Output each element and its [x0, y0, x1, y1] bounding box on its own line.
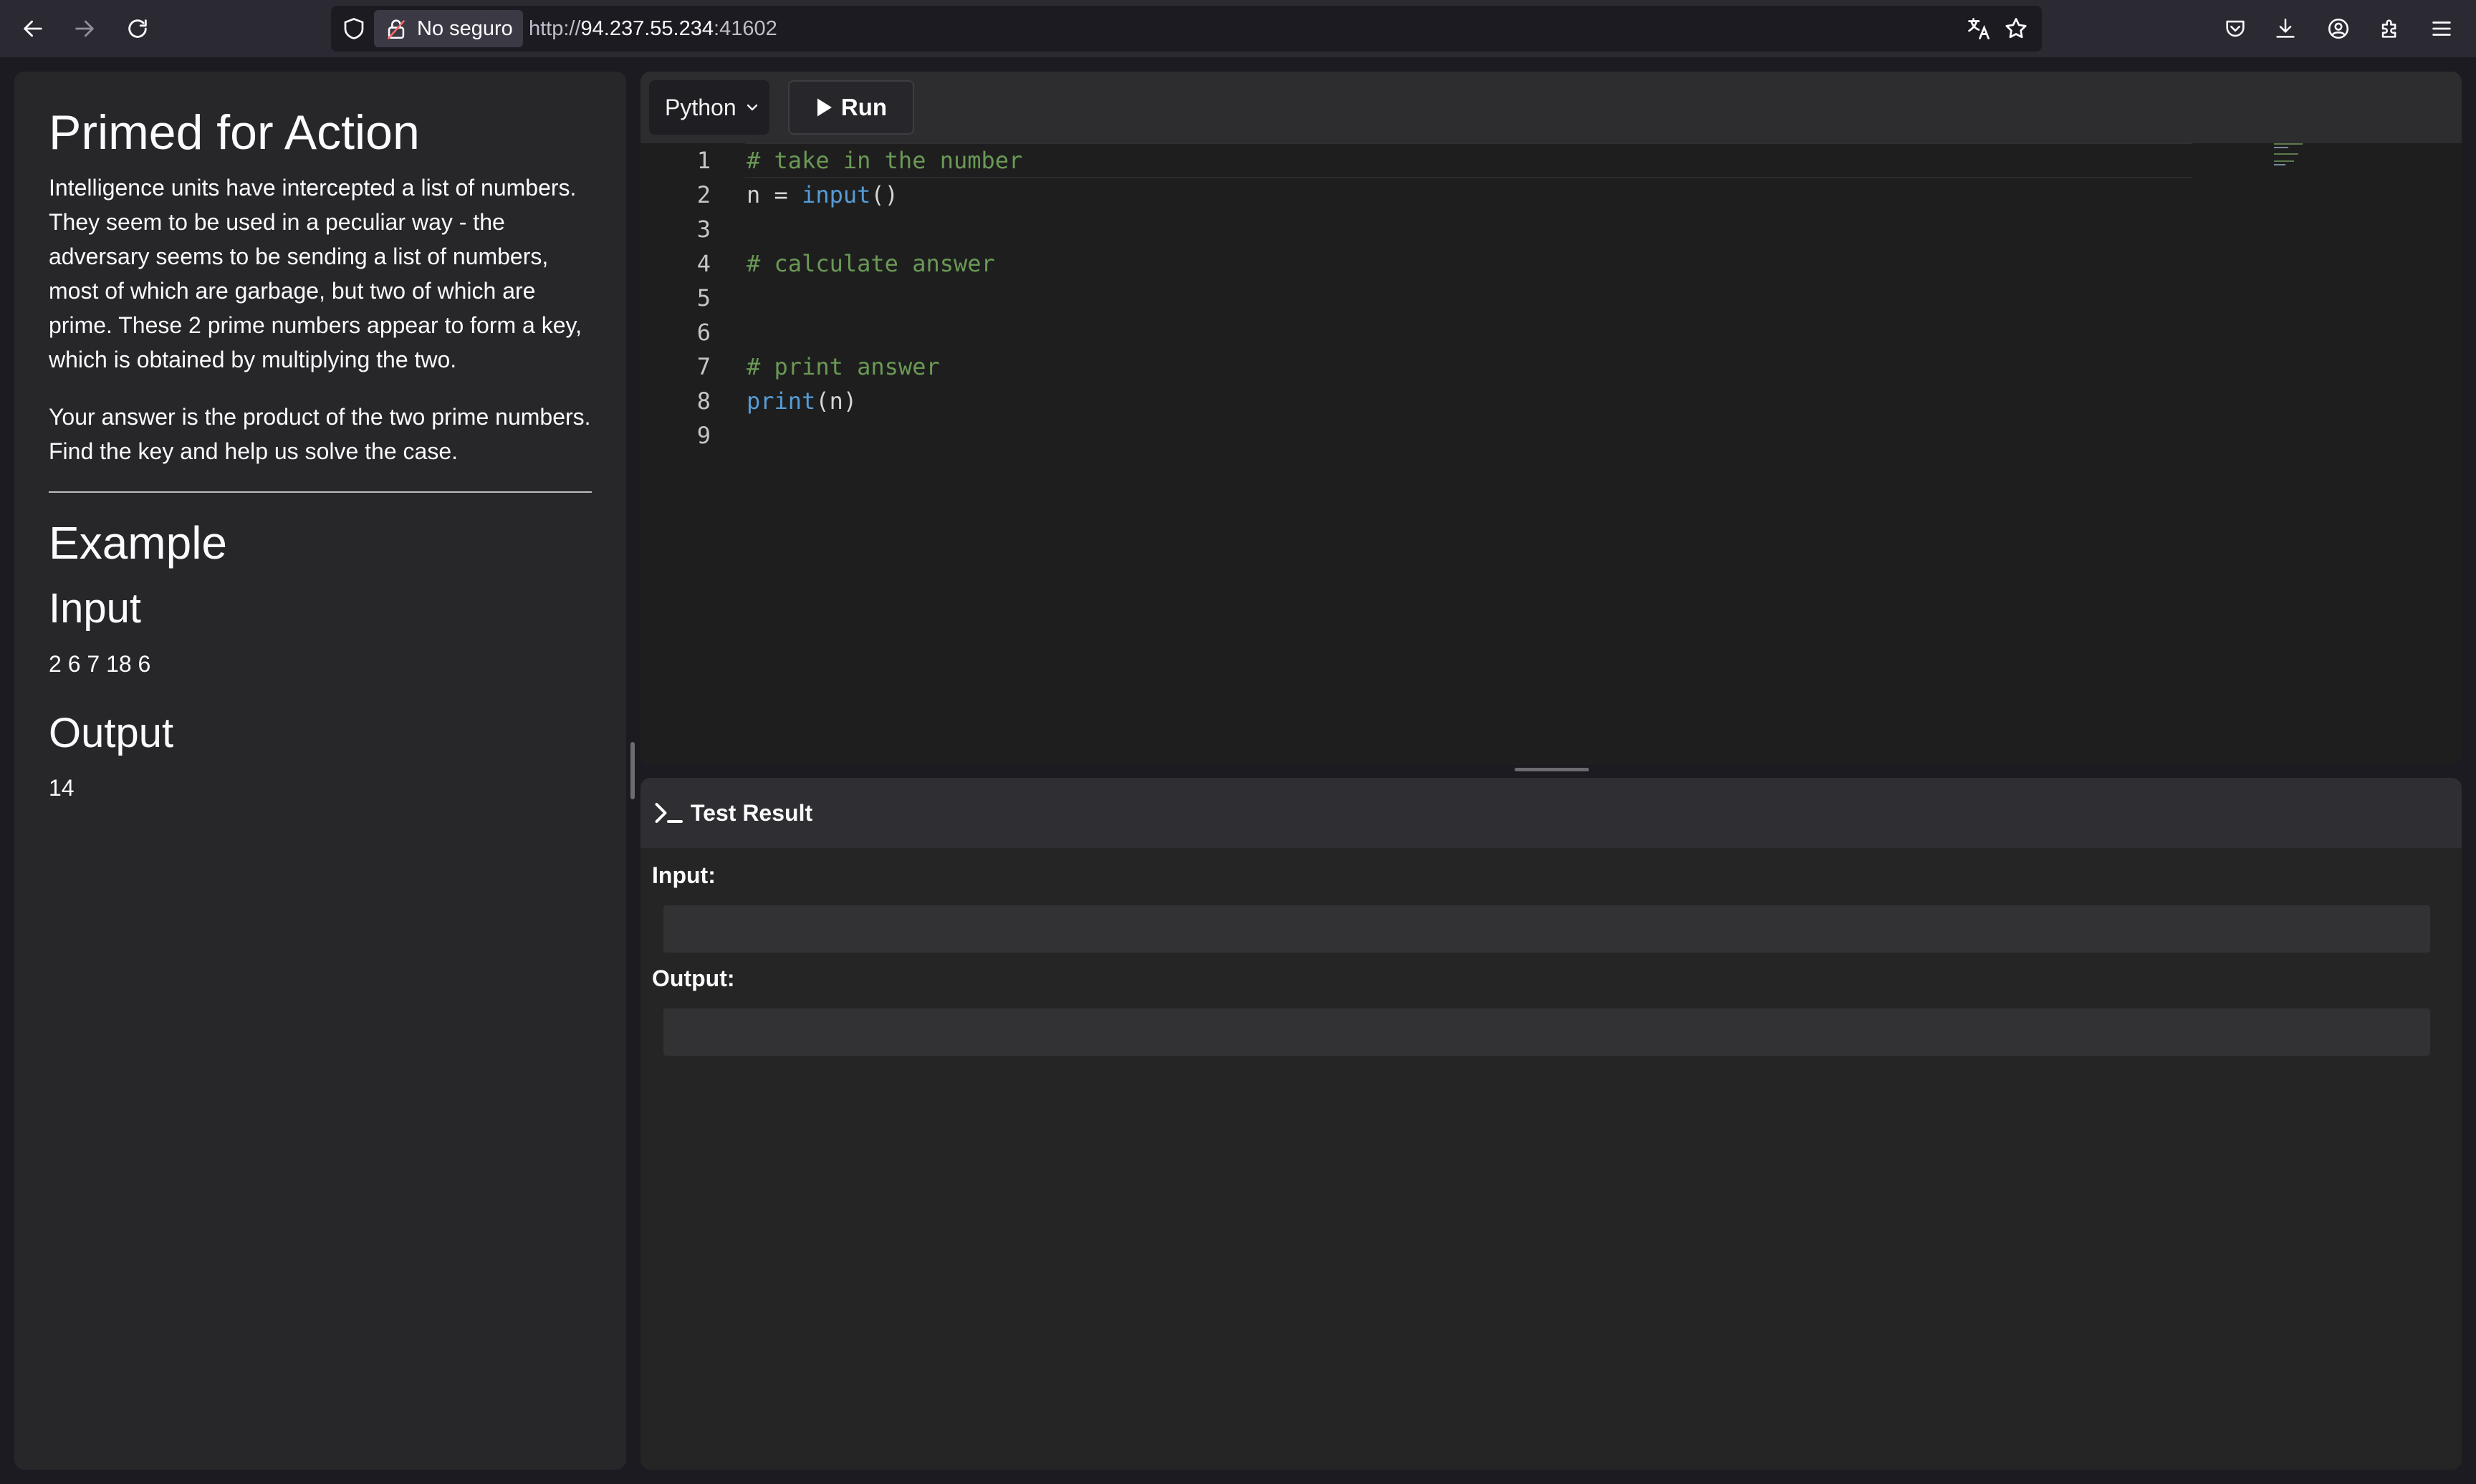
line-number: 4 — [696, 250, 711, 277]
code-line[interactable]: 6 — [640, 315, 2462, 350]
code-line[interactable]: 8 print(n) — [640, 384, 2462, 418]
code-line[interactable]: 1 # take in the number — [640, 143, 2462, 178]
code-line-text: # take in the number — [747, 147, 1023, 174]
code-area[interactable]: 1 # take in the number 2 n = input() 3 4 # cal… — [640, 143, 2462, 765]
url-port: :41602 — [714, 16, 777, 40]
editor-toolbar: Python Run — [640, 72, 2462, 143]
line-number: 9 — [696, 422, 711, 449]
horizontal-splitter-handle[interactable] — [1515, 768, 1589, 771]
code-line-text: n = input() — [747, 181, 898, 208]
forward-icon[interactable] — [64, 9, 105, 49]
result-output-label: Output: — [652, 965, 735, 991]
example-heading: Example — [49, 517, 227, 569]
language-select[interactable]: Python — [649, 80, 769, 135]
code-line[interactable]: 3 — [640, 212, 2462, 246]
code-line-text: # calculate answer — [747, 250, 995, 277]
problem-panel: Primed for Action Intelligence units hav… — [14, 72, 626, 1470]
problem-paragraph-2: Your answer is the product of the two pr… — [49, 404, 591, 465]
result-output-box — [663, 1008, 2430, 1056]
insecure-lock-icon — [387, 19, 406, 40]
url-bar[interactable]: No seguro http://94.237.55.234:41602 — [331, 6, 2042, 52]
code-line[interactable]: 5 — [640, 281, 2462, 315]
line-number: 2 — [696, 181, 711, 208]
shield-icon[interactable] — [341, 16, 367, 42]
url-scheme: http:// — [529, 16, 581, 40]
reload-icon[interactable] — [117, 9, 158, 49]
code-line[interactable]: 7 # print answer — [640, 350, 2462, 384]
line-number: 1 — [696, 147, 711, 174]
result-input-label: Input: — [652, 862, 716, 888]
browser-toolbar: No seguro http://94.237.55.234:41602 — [0, 0, 2476, 57]
bookmark-star-icon[interactable] — [2003, 16, 2029, 42]
code-minimap[interactable] — [2274, 143, 2310, 172]
run-button[interactable]: Run — [788, 80, 914, 135]
download-icon[interactable] — [2265, 9, 2305, 49]
example-input-value: 2 6 7 18 6 — [49, 650, 151, 677]
line-number: 5 — [696, 284, 711, 312]
test-result-title: Test Result — [691, 799, 813, 826]
vertical-splitter-handle[interactable] — [630, 742, 635, 799]
play-icon — [817, 98, 832, 117]
divider — [49, 491, 592, 493]
example-output-heading: Output — [49, 709, 174, 756]
language-select-value: Python — [665, 94, 736, 120]
chevron-down-icon — [747, 104, 758, 111]
back-icon[interactable] — [13, 9, 53, 49]
example-input-heading: Input — [49, 584, 141, 632]
problem-title: Primed for Action — [49, 105, 420, 160]
code-editor-panel: Python Run 1 # take in the number 2 n = inp… — [640, 72, 2462, 765]
code-line[interactable]: 9 — [640, 418, 2462, 453]
url-host: 94.237.55.234 — [580, 16, 714, 40]
code-line[interactable]: 4 # calculate answer — [640, 246, 2462, 281]
line-number: 7 — [696, 353, 711, 380]
line-number: 3 — [696, 216, 711, 243]
security-label: No seguro — [417, 16, 513, 40]
extensions-icon[interactable] — [2370, 9, 2410, 49]
test-result-header: Test Result — [640, 778, 2462, 848]
pocket-icon[interactable] — [2215, 9, 2255, 49]
line-number: 6 — [696, 319, 711, 346]
problem-paragraph-1: Intelligence units have intercepted a li… — [49, 175, 582, 373]
account-icon[interactable] — [2318, 9, 2359, 49]
code-line-text: # print answer — [747, 353, 940, 380]
run-button-label: Run — [840, 94, 888, 120]
example-output-value: 14 — [49, 775, 75, 801]
result-input-box — [663, 905, 2430, 953]
code-line-text: print(n) — [747, 387, 858, 415]
site-security-badge[interactable]: No seguro — [374, 10, 523, 47]
url-text[interactable]: http://94.237.55.234:41602 — [529, 6, 777, 52]
menu-icon[interactable] — [2422, 9, 2462, 49]
code-line[interactable]: 2 n = input() — [640, 178, 2462, 212]
terminal-icon — [655, 803, 683, 823]
test-result-panel: Test Result Input: Output: — [640, 778, 2462, 1470]
translate-icon[interactable] — [1966, 16, 1992, 42]
line-number: 8 — [696, 387, 711, 415]
